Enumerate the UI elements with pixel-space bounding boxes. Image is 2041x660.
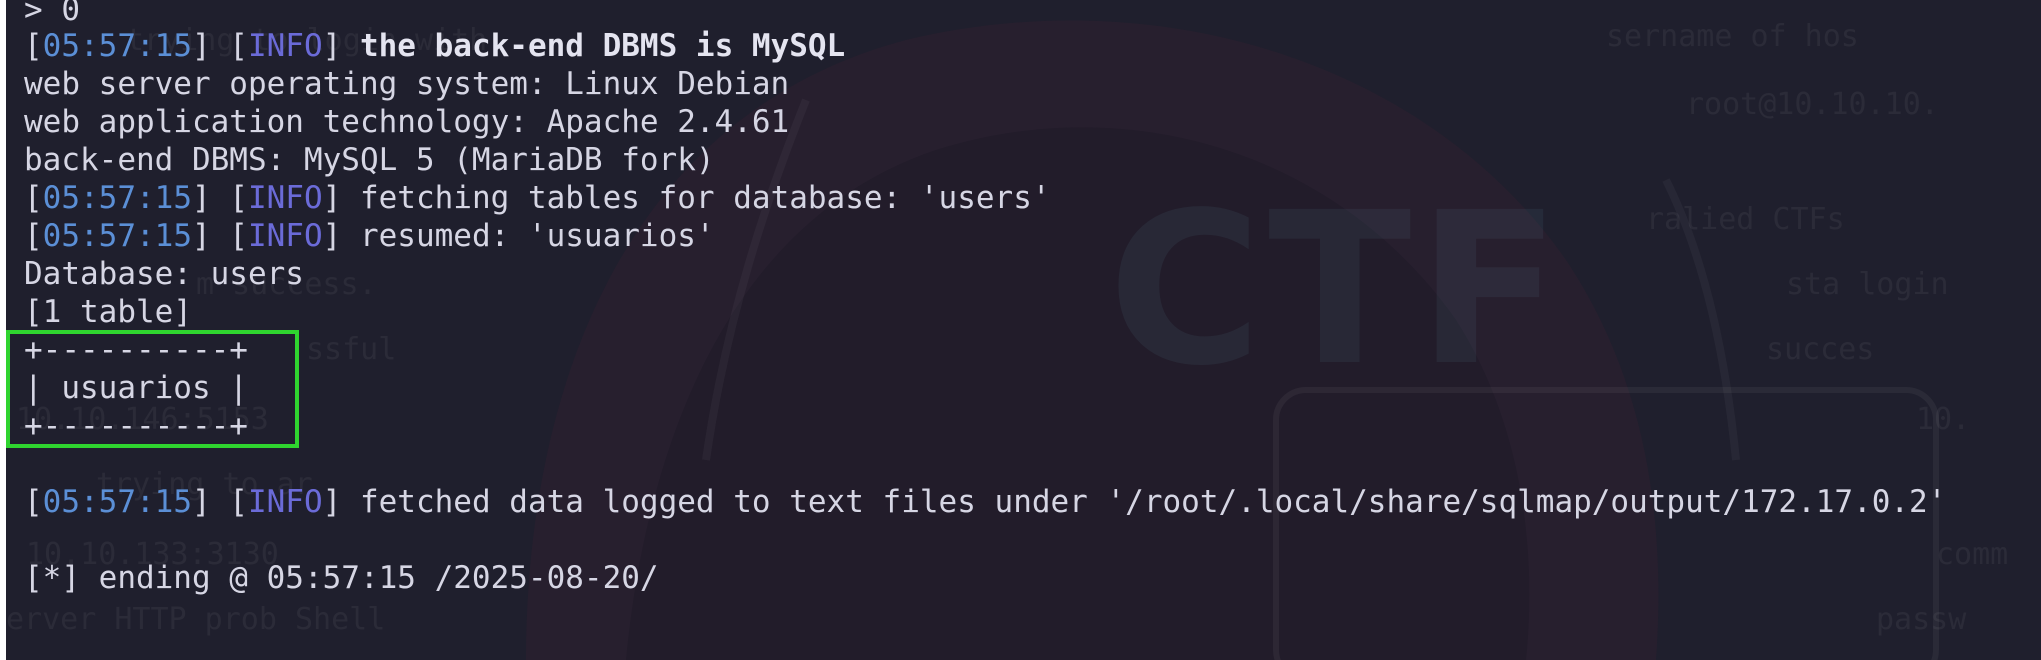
log-timestamp: 05:57:15: [42, 218, 192, 254]
output-line: web application technology: Apache 2.4.6…: [24, 104, 790, 140]
output-line: back-end DBMS: MySQL 5 (MariaDB fork): [24, 142, 715, 178]
output-line: > 0: [24, 0, 80, 28]
log-line-info: [05:57:15] [INFO] fetched data logged to…: [24, 484, 1947, 520]
log-line-info: [05:57:15] [INFO] fetching tables for da…: [24, 180, 1051, 216]
log-timestamp: 05:57:15: [42, 28, 192, 64]
log-level: INFO: [247, 28, 323, 64]
ctf-logo: CTF: [1108, 167, 1567, 412]
log-message: the back-end DBMS is MySQL: [359, 28, 846, 64]
highlight-box: [6, 330, 299, 448]
ghost-text: ssful: [306, 332, 397, 367]
ghost-text: sername of hos: [1606, 19, 1859, 54]
ghost-text: 10.: [1916, 402, 1971, 437]
ghost-text: ralied CTFs: [1646, 202, 1845, 237]
ghost-text: erver HTTP prob Shell: [6, 602, 386, 637]
log-line-info: [05:57:15] [INFO] resumed: 'usuarios': [24, 218, 715, 254]
output-line: [1 table]: [24, 294, 192, 330]
log-message: resumed: 'usuarios': [359, 218, 715, 254]
log-timestamp: 05:57:15: [42, 484, 192, 520]
output-line: [*] ending @ 05:57:15 /2025-08-20/: [24, 560, 659, 596]
ghost-text: passw: [1876, 602, 1967, 637]
terminal-window[interactable]: CTF trying to login with sername of hos …: [6, 0, 2041, 660]
ghost-text: comm: [1936, 537, 2009, 572]
log-timestamp: 05:57:15: [42, 180, 192, 216]
output-line: Database: users: [24, 256, 304, 292]
log-message: fetched data logged to text files under …: [359, 484, 1947, 520]
log-level: INFO: [247, 218, 323, 254]
log-message: fetching tables for database: 'users': [359, 180, 1051, 216]
ghost-text: sta login: [1786, 267, 1949, 302]
log-line-info: [05:57:15] [INFO] the back-end DBMS is M…: [24, 28, 846, 64]
ghost-text: root@10.10.10.: [1686, 87, 1939, 122]
output-line: web server operating system: Linux Debia…: [24, 66, 790, 102]
log-level: INFO: [247, 180, 323, 216]
ghost-text: succes: [1766, 332, 1875, 367]
log-level: INFO: [247, 484, 323, 520]
